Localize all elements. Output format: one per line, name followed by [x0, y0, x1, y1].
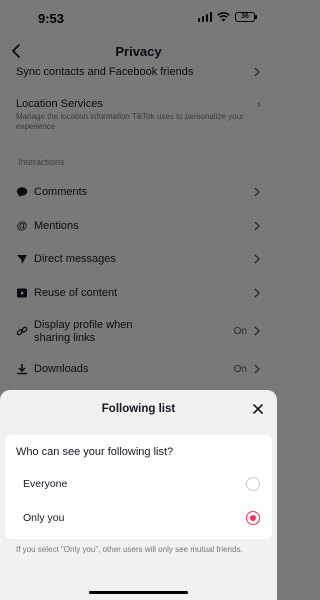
option-everyone-label: Everyone [23, 478, 68, 490]
close-icon[interactable] [251, 402, 265, 416]
option-everyone[interactable]: Everyone [5, 468, 272, 502]
sheet-title: Following list [101, 403, 176, 415]
sheet-footnote: If you select "Only you", other users wi… [16, 545, 243, 554]
visibility-options-card: Who can see your following list? Everyon… [5, 435, 272, 539]
option-only-you-label: Only you [23, 512, 65, 524]
radio-only-you[interactable] [246, 511, 260, 525]
sheet-header: Following list [0, 390, 277, 428]
radio-everyone[interactable] [246, 477, 260, 491]
option-only-you[interactable]: Only you [5, 502, 272, 536]
home-indicator [89, 591, 188, 594]
sheet-question: Who can see your following list? [16, 446, 174, 458]
